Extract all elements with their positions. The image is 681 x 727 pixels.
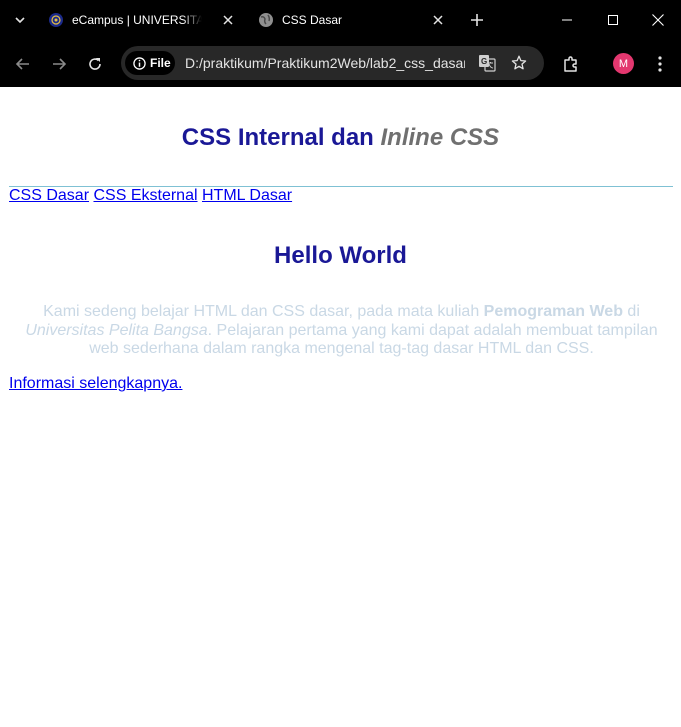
minimize-icon bbox=[562, 19, 572, 21]
profile-avatar[interactable]: M bbox=[613, 53, 634, 74]
tab-title: CSS Dasar bbox=[282, 13, 343, 27]
nav-link-css-eksternal[interactable]: CSS Eksternal bbox=[93, 187, 197, 204]
forward-button[interactable] bbox=[45, 50, 73, 78]
arrow-left-icon bbox=[15, 58, 29, 70]
hello-heading: Hello World bbox=[274, 242, 407, 269]
tab-strip: eCampus | UNIVERSITAS PELITA BANGSA CSS … bbox=[0, 0, 681, 40]
course-name: Pemograman Web bbox=[483, 303, 623, 320]
info-icon bbox=[133, 56, 146, 70]
paragraph-text: di bbox=[622, 303, 640, 320]
reload-icon bbox=[89, 58, 101, 70]
maximize-icon bbox=[608, 15, 618, 25]
nav-link-css-dasar[interactable]: CSS Dasar bbox=[9, 187, 89, 204]
close-icon[interactable] bbox=[430, 12, 446, 28]
close-icon[interactable] bbox=[220, 12, 236, 28]
address-bar[interactable]: File D:/praktikum/Praktikum2Web/lab2_css… bbox=[121, 46, 544, 80]
tab-title: eCampus | UNIVERSITAS PELITA BANGSA bbox=[72, 13, 202, 27]
nav-link-html-dasar[interactable]: HTML Dasar bbox=[202, 187, 292, 204]
globe-icon bbox=[258, 12, 274, 28]
plus-icon bbox=[471, 14, 483, 26]
more-info-link[interactable]: Informasi selengkapnya. bbox=[9, 375, 182, 393]
svg-text:G: G bbox=[481, 57, 487, 66]
tab-search-button[interactable] bbox=[8, 8, 32, 32]
browser-toolbar: File D:/praktikum/Praktikum2Web/lab2_css… bbox=[0, 40, 681, 87]
page-title-text: CSS Internal dan bbox=[181, 124, 381, 151]
new-tab-button[interactable] bbox=[465, 8, 489, 32]
tab-ecampus[interactable]: eCampus | UNIVERSITAS PELITA BANGSA bbox=[48, 6, 244, 34]
puzzle-icon bbox=[564, 56, 577, 72]
chevron-down-icon bbox=[15, 17, 25, 24]
extensions-button[interactable] bbox=[558, 51, 584, 77]
minimize-button[interactable] bbox=[544, 4, 590, 36]
page-title: CSS Internal dan Inline CSS bbox=[0, 124, 681, 152]
translate-button[interactable]: G bbox=[477, 53, 497, 73]
chip-label: File bbox=[150, 56, 171, 70]
star-icon bbox=[511, 55, 527, 70]
site-info-chip[interactable]: File bbox=[125, 51, 175, 75]
paragraph-text: Kami sedeng belajar HTML dan CSS dasar, … bbox=[43, 303, 484, 320]
university-logo-icon bbox=[48, 12, 64, 28]
intro-paragraph: Kami sedeng belajar HTML dan CSS dasar, … bbox=[20, 303, 663, 359]
bookmark-button[interactable] bbox=[509, 53, 529, 73]
window-close-button[interactable] bbox=[635, 4, 681, 36]
nav-links: CSS Dasar CSS Eksternal HTML Dasar bbox=[9, 187, 292, 205]
tab-css-dasar[interactable]: CSS Dasar bbox=[258, 6, 454, 34]
reload-button[interactable] bbox=[81, 50, 109, 78]
url-text[interactable]: D:/praktikum/Praktikum2Web/lab2_css_dasa… bbox=[185, 55, 465, 71]
university-name: Universitas Pelita Bangsa bbox=[25, 321, 208, 339]
arrow-right-icon bbox=[53, 58, 67, 70]
page-title-italic: Inline CSS bbox=[380, 124, 500, 151]
browser-chrome: eCampus | UNIVERSITAS PELITA BANGSA CSS … bbox=[0, 0, 681, 87]
maximize-button[interactable] bbox=[590, 4, 636, 36]
page-viewport: CSS Internal dan Inline CSS CSS Dasar CS… bbox=[0, 87, 681, 727]
back-button[interactable] bbox=[9, 50, 37, 78]
browser-menu-button[interactable] bbox=[650, 51, 670, 77]
kebab-menu-icon bbox=[658, 56, 662, 72]
close-icon bbox=[652, 14, 664, 26]
translate-icon: G bbox=[479, 55, 496, 72]
